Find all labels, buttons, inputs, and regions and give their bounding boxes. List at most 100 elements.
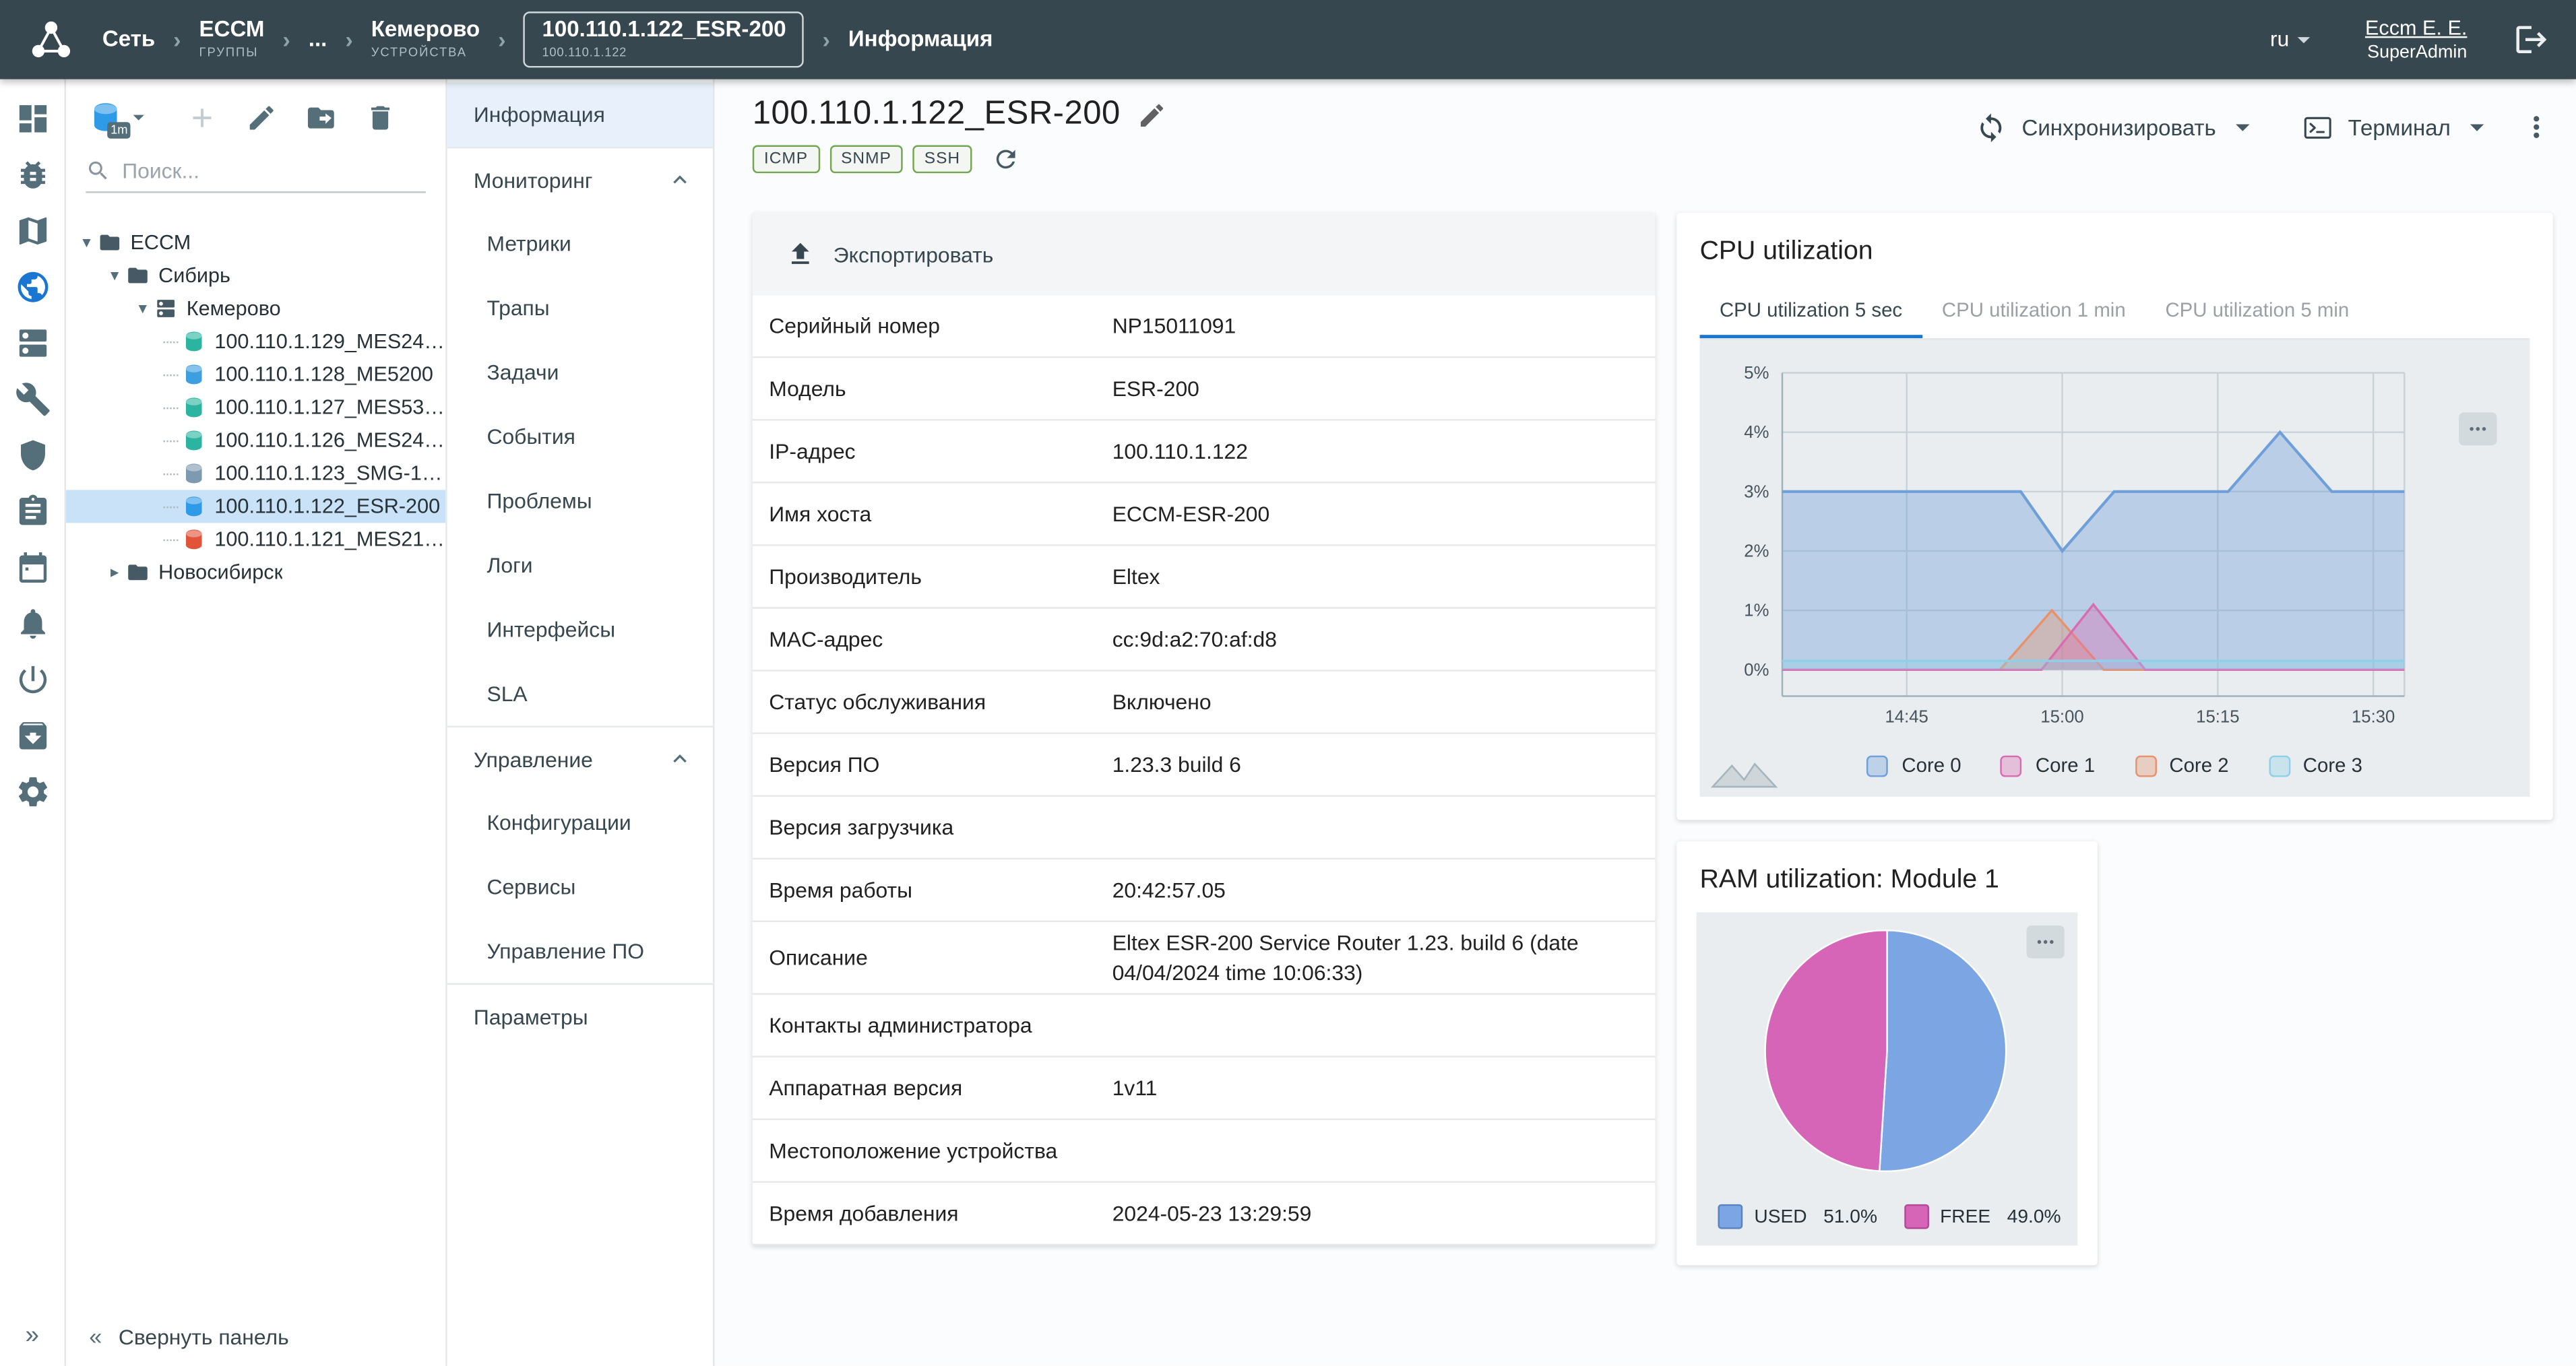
expand-panel-button[interactable]: » — [26, 1322, 39, 1350]
expander-icon[interactable]: ▾ — [76, 234, 98, 252]
tree-item[interactable]: 100.110.1.121_MES2124... — [66, 523, 445, 556]
legend-label: Core 1 — [2036, 754, 2095, 777]
table-row: Аппаратная версия1v11 — [753, 1058, 1656, 1120]
tree-item-label: 100.110.1.126_MES2428 ... — [214, 429, 445, 452]
menu-item[interactable]: Сервисы — [447, 855, 713, 919]
tree-item[interactable]: 100.110.1.129_MES2424... — [66, 325, 445, 358]
svg-text:5%: 5% — [1744, 364, 1769, 383]
table-row: Время добавления2024-05-23 13:29:59 — [753, 1183, 1656, 1245]
app-logo-icon[interactable] — [26, 15, 75, 64]
rail-devices-icon[interactable] — [12, 323, 52, 363]
tree-item[interactable]: 100.110.1.128_ME5200 — [66, 358, 445, 391]
tree-item[interactable]: ▾ ЕССМ — [66, 226, 445, 259]
breadcrumb-item[interactable]: ... — [309, 28, 327, 52]
breadcrumb-sublabel: ГРУППЫ — [199, 46, 265, 60]
menu-item[interactable]: Метрики — [447, 211, 713, 275]
edit-title-icon[interactable] — [1137, 100, 1166, 129]
move-to-folder-button[interactable] — [305, 102, 337, 133]
collapse-panel-button[interactable]: « Свернуть панель — [66, 1307, 445, 1366]
rail-notifications-icon[interactable] — [12, 604, 52, 643]
tree-item-label: ЕССМ — [130, 231, 191, 254]
tree-connector — [163, 440, 178, 441]
expander-icon[interactable]: ▸ — [104, 563, 125, 581]
expander-icon[interactable]: ▾ — [104, 267, 125, 285]
expander-icon[interactable]: ▾ — [132, 300, 154, 318]
legend-item[interactable]: Core 2 — [2135, 754, 2229, 777]
user-name: Eccm E. E. — [2365, 14, 2467, 41]
svg-text:15:00: 15:00 — [2040, 708, 2083, 727]
menu-item-label: Параметры — [474, 1004, 588, 1029]
legend-item[interactable]: Core 1 — [2001, 754, 2095, 777]
legend-item[interactable]: FREE49.0% — [1904, 1204, 2061, 1229]
refresh-icon[interactable] — [992, 145, 1020, 174]
ram-chart-menu-button[interactable] — [2026, 925, 2064, 958]
language-selector[interactable]: ru — [2270, 25, 2319, 55]
add-button[interactable] — [187, 102, 218, 133]
rail-settings-icon[interactable] — [12, 772, 52, 812]
tree-connector — [163, 341, 178, 342]
legend-item[interactable]: Core 3 — [2268, 754, 2362, 777]
device-tree: ▾ ЕССМ ▾Сибирь▾Кемерово100.110.1.129_MES24… — [66, 203, 445, 1306]
breadcrumb-item[interactable]: Информация — [848, 28, 993, 52]
breadcrumb-item[interactable]: Сеть — [102, 28, 155, 52]
synchronize-dropdown[interactable] — [2226, 110, 2259, 143]
breadcrumb-item[interactable]: 100.110.1.122_ESR-200100.110.1.122 — [524, 11, 805, 67]
menu-item[interactable]: Трапы — [447, 275, 713, 340]
tree-item[interactable]: 100.110.1.122_ESR-200 — [66, 490, 445, 523]
rail-dashboard-icon[interactable] — [12, 99, 52, 139]
rail-power-icon[interactable] — [12, 660, 52, 700]
info-label: Производитель — [769, 564, 1112, 589]
menu-item[interactable]: Логи — [447, 533, 713, 597]
tree-item[interactable]: 100.110.1.123_SMG-1016... — [66, 457, 445, 490]
menu-item[interactable]: Параметры — [447, 983, 713, 1048]
menu-item[interactable]: Управление — [447, 726, 713, 791]
menu-item[interactable]: Информация — [447, 82, 713, 147]
svg-text:1%: 1% — [1744, 601, 1769, 620]
menu-item[interactable]: Интерфейсы — [447, 597, 713, 662]
chart-tab[interactable]: CPU utilization 5 sec — [1700, 284, 1922, 338]
menu-item[interactable]: Мониторинг — [447, 147, 713, 212]
svg-text:4%: 4% — [1744, 423, 1769, 442]
search-input[interactable] — [122, 158, 426, 183]
cpu-chart-menu-button[interactable] — [2459, 412, 2496, 445]
legend-item[interactable]: USED51.0% — [1718, 1204, 1877, 1229]
legend-swatch-icon — [2135, 754, 2156, 776]
tree-item[interactable]: 100.110.1.126_MES2428 ... — [66, 424, 445, 457]
export-button[interactable]: Экспортировать — [786, 239, 994, 269]
terminal-dropdown[interactable] — [2461, 110, 2494, 143]
rail-calendar-icon[interactable] — [12, 548, 52, 587]
chart-tab[interactable]: CPU utilization 1 min — [1922, 284, 2146, 338]
rail-alerts-icon[interactable] — [12, 155, 52, 195]
menu-item[interactable]: События — [447, 404, 713, 469]
rail-map-icon[interactable] — [12, 211, 52, 251]
logout-button[interactable] — [2513, 22, 2550, 58]
info-value: 20:42:57.05 — [1112, 876, 1226, 905]
rail-network-icon[interactable] — [12, 267, 52, 307]
rail-firmware-icon[interactable] — [12, 716, 52, 756]
rail-maintenance-icon[interactable] — [12, 379, 52, 419]
device-icon — [181, 363, 206, 386]
breadcrumb-item[interactable]: ЕССМГРУППЫ — [199, 19, 265, 60]
tree-item[interactable]: 100.110.1.127_MES5316A — [66, 391, 445, 424]
synchronize-button[interactable]: Синхронизировать — [1976, 111, 2216, 143]
delete-button[interactable] — [365, 102, 396, 133]
menu-item[interactable]: Проблемы — [447, 469, 713, 533]
tree-item[interactable]: ▸Новосибирск — [66, 556, 445, 589]
legend-item[interactable]: Core 0 — [1867, 754, 1961, 777]
menu-item[interactable]: Задачи — [447, 340, 713, 405]
terminal-button[interactable]: Терминал — [2302, 111, 2451, 143]
rail-tasks-icon[interactable] — [12, 492, 52, 531]
menu-item[interactable]: Управление ПО — [447, 919, 713, 983]
more-actions-button[interactable] — [2520, 110, 2553, 143]
info-value: Eltex ESR-200 Service Router 1.23. build… — [1112, 929, 1629, 987]
edit-button[interactable] — [246, 102, 278, 133]
tree-item[interactable]: ▾Кемерово — [66, 292, 445, 325]
rail-security-icon[interactable] — [12, 436, 52, 476]
tree-item[interactable]: ▾Сибирь — [66, 259, 445, 292]
chart-tab[interactable]: CPU utilization 5 min — [2145, 284, 2369, 338]
interval-selector[interactable]: 1m — [89, 100, 152, 133]
menu-item[interactable]: SLA — [447, 661, 713, 726]
menu-item[interactable]: Конфигурации — [447, 790, 713, 855]
breadcrumb-item[interactable]: КемеровоУСТРОЙСТВА — [371, 19, 480, 60]
user-menu[interactable]: Eccm E. E. SuperAdmin — [2365, 14, 2467, 65]
